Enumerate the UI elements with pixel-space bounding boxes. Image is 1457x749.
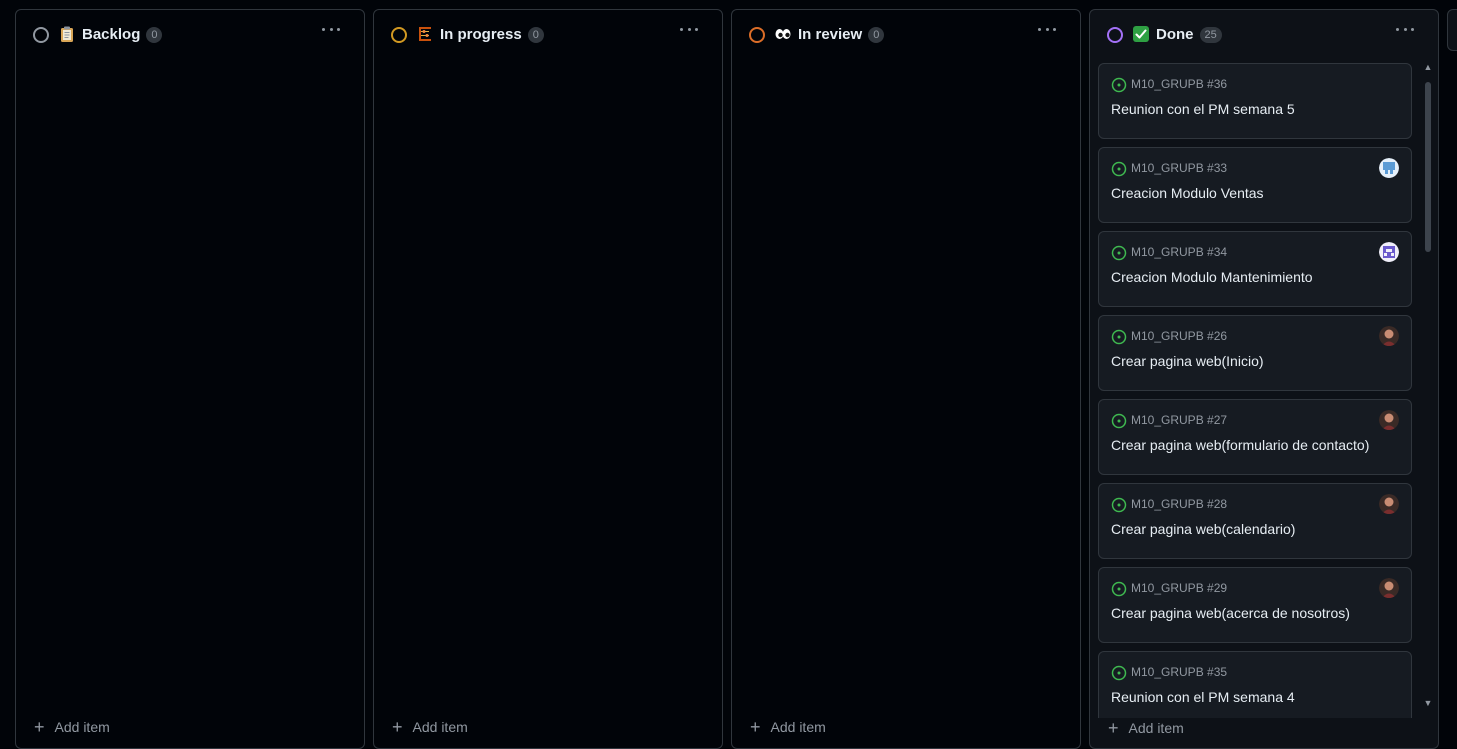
assignee-avatar[interactable] [1379, 494, 1399, 514]
issue-reference[interactable]: M10_GRUPB #29 [1131, 581, 1227, 595]
issue-card[interactable]: M10_GRUPB #29 Crear pagina web(acerca de… [1098, 567, 1412, 643]
column-menu-button[interactable] [1038, 28, 1056, 34]
open-issue-icon [1111, 497, 1127, 513]
column-in-review: In review 0 + Add item [731, 9, 1081, 749]
issue-title[interactable]: Crear pagina web(Inicio) [1111, 353, 1264, 369]
scrollbar[interactable]: ▲ ▼ [1420, 60, 1436, 710]
assignee-avatar[interactable] [1379, 242, 1399, 262]
issue-reference[interactable]: M10_GRUPB #28 [1131, 497, 1227, 511]
open-issue-icon [1111, 161, 1127, 177]
open-issue-icon [1111, 329, 1127, 345]
abacus-icon [419, 27, 431, 41]
column-menu-button[interactable] [680, 28, 698, 34]
add-item-button[interactable]: + Add item [750, 717, 826, 737]
issue-card[interactable]: M10_GRUPB #27 Crear pagina web(formulari… [1098, 399, 1412, 475]
issue-reference[interactable]: M10_GRUPB #34 [1131, 245, 1227, 259]
issue-title[interactable]: Reunion con el PM semana 5 [1111, 101, 1295, 117]
add-item-button[interactable]: + Add item [392, 717, 468, 737]
column-header: In review 0 [732, 10, 1080, 60]
count-badge: 0 [868, 27, 885, 43]
column-in-progress: In progress 0 + Add item [373, 9, 723, 749]
issue-card[interactable]: M10_GRUPB #28 Crear pagina web(calendari… [1098, 483, 1412, 559]
issue-reference[interactable]: M10_GRUPB #36 [1131, 77, 1227, 91]
column-done: Done 25 M10_GRUPB #36 Reunion con el PM s… [1089, 9, 1439, 749]
plus-icon: + [392, 717, 403, 737]
status-circle-icon [33, 27, 49, 43]
column-header: Done 25 [1090, 10, 1438, 60]
column-title: Backlog 0 [82, 26, 163, 43]
column-menu-button[interactable] [322, 28, 340, 34]
issue-reference[interactable]: M10_GRUPB #33 [1131, 161, 1227, 175]
add-item-button[interactable]: + Add item [1108, 718, 1184, 738]
plus-icon: + [1108, 718, 1119, 738]
open-issue-icon [1111, 413, 1127, 429]
plus-icon: + [34, 717, 45, 737]
count-badge: 0 [146, 27, 163, 43]
open-issue-icon [1111, 77, 1127, 93]
issue-title[interactable]: Creacion Modulo Mantenimiento [1111, 269, 1313, 285]
assignee-avatar[interactable] [1379, 158, 1399, 178]
issue-card[interactable]: M10_GRUPB #34 Creacion Modulo Mantenimie… [1098, 231, 1412, 307]
issue-title[interactable]: Crear pagina web(acerca de nosotros) [1111, 605, 1350, 621]
issue-title[interactable]: Crear pagina web(formulario de contacto) [1111, 437, 1369, 453]
open-issue-icon [1111, 245, 1127, 261]
issue-reference[interactable]: M10_GRUPB #27 [1131, 413, 1227, 427]
issue-title[interactable]: Crear pagina web(calendario) [1111, 521, 1295, 537]
assignee-avatar[interactable] [1379, 410, 1399, 430]
scrollbar-thumb[interactable] [1425, 82, 1431, 252]
column-menu-button[interactable] [1396, 28, 1414, 34]
add-column-button[interactable] [1447, 9, 1457, 51]
issue-reference[interactable]: M10_GRUPB #26 [1131, 329, 1227, 343]
card-list: M10_GRUPB #36 Reunion con el PM semana 5… [1098, 63, 1412, 718]
status-circle-icon [391, 27, 407, 43]
plus-icon: + [750, 717, 761, 737]
add-item-button[interactable]: + Add item [34, 717, 110, 737]
scroll-down-arrow-icon[interactable]: ▼ [1420, 696, 1436, 710]
column-title: In progress 0 [440, 26, 544, 43]
assignee-avatar[interactable] [1379, 326, 1399, 346]
assignee-avatar[interactable] [1379, 578, 1399, 598]
issue-title[interactable]: Reunion con el PM semana 4 [1111, 689, 1295, 705]
issue-title[interactable]: Creacion Modulo Ventas [1111, 185, 1264, 201]
count-badge: 25 [1199, 27, 1222, 43]
status-circle-icon [749, 27, 765, 43]
check-box-icon [1133, 26, 1149, 42]
column-header: In progress 0 [374, 10, 722, 60]
issue-card[interactable]: M10_GRUPB #26 Crear pagina web(Inicio) [1098, 315, 1412, 391]
column-header: Backlog 0 [16, 10, 364, 60]
count-badge: 0 [527, 27, 544, 43]
issue-reference[interactable]: M10_GRUPB #35 [1131, 665, 1227, 679]
scroll-up-arrow-icon[interactable]: ▲ [1420, 60, 1436, 74]
status-circle-icon [1107, 27, 1123, 43]
open-issue-icon [1111, 665, 1127, 681]
issue-card[interactable]: M10_GRUPB #36 Reunion con el PM semana 5 [1098, 63, 1412, 139]
issue-card[interactable]: M10_GRUPB #35 Reunion con el PM semana 4 [1098, 651, 1412, 718]
column-title: Done 25 [1156, 26, 1222, 43]
open-issue-icon [1111, 581, 1127, 597]
column-title: In review 0 [798, 26, 885, 43]
eyes-icon [775, 29, 791, 39]
clipboard-icon [61, 26, 73, 42]
issue-card[interactable]: M10_GRUPB #33 Creacion Modulo Ventas [1098, 147, 1412, 223]
column-backlog: Backlog 0 + Add item [15, 9, 365, 749]
